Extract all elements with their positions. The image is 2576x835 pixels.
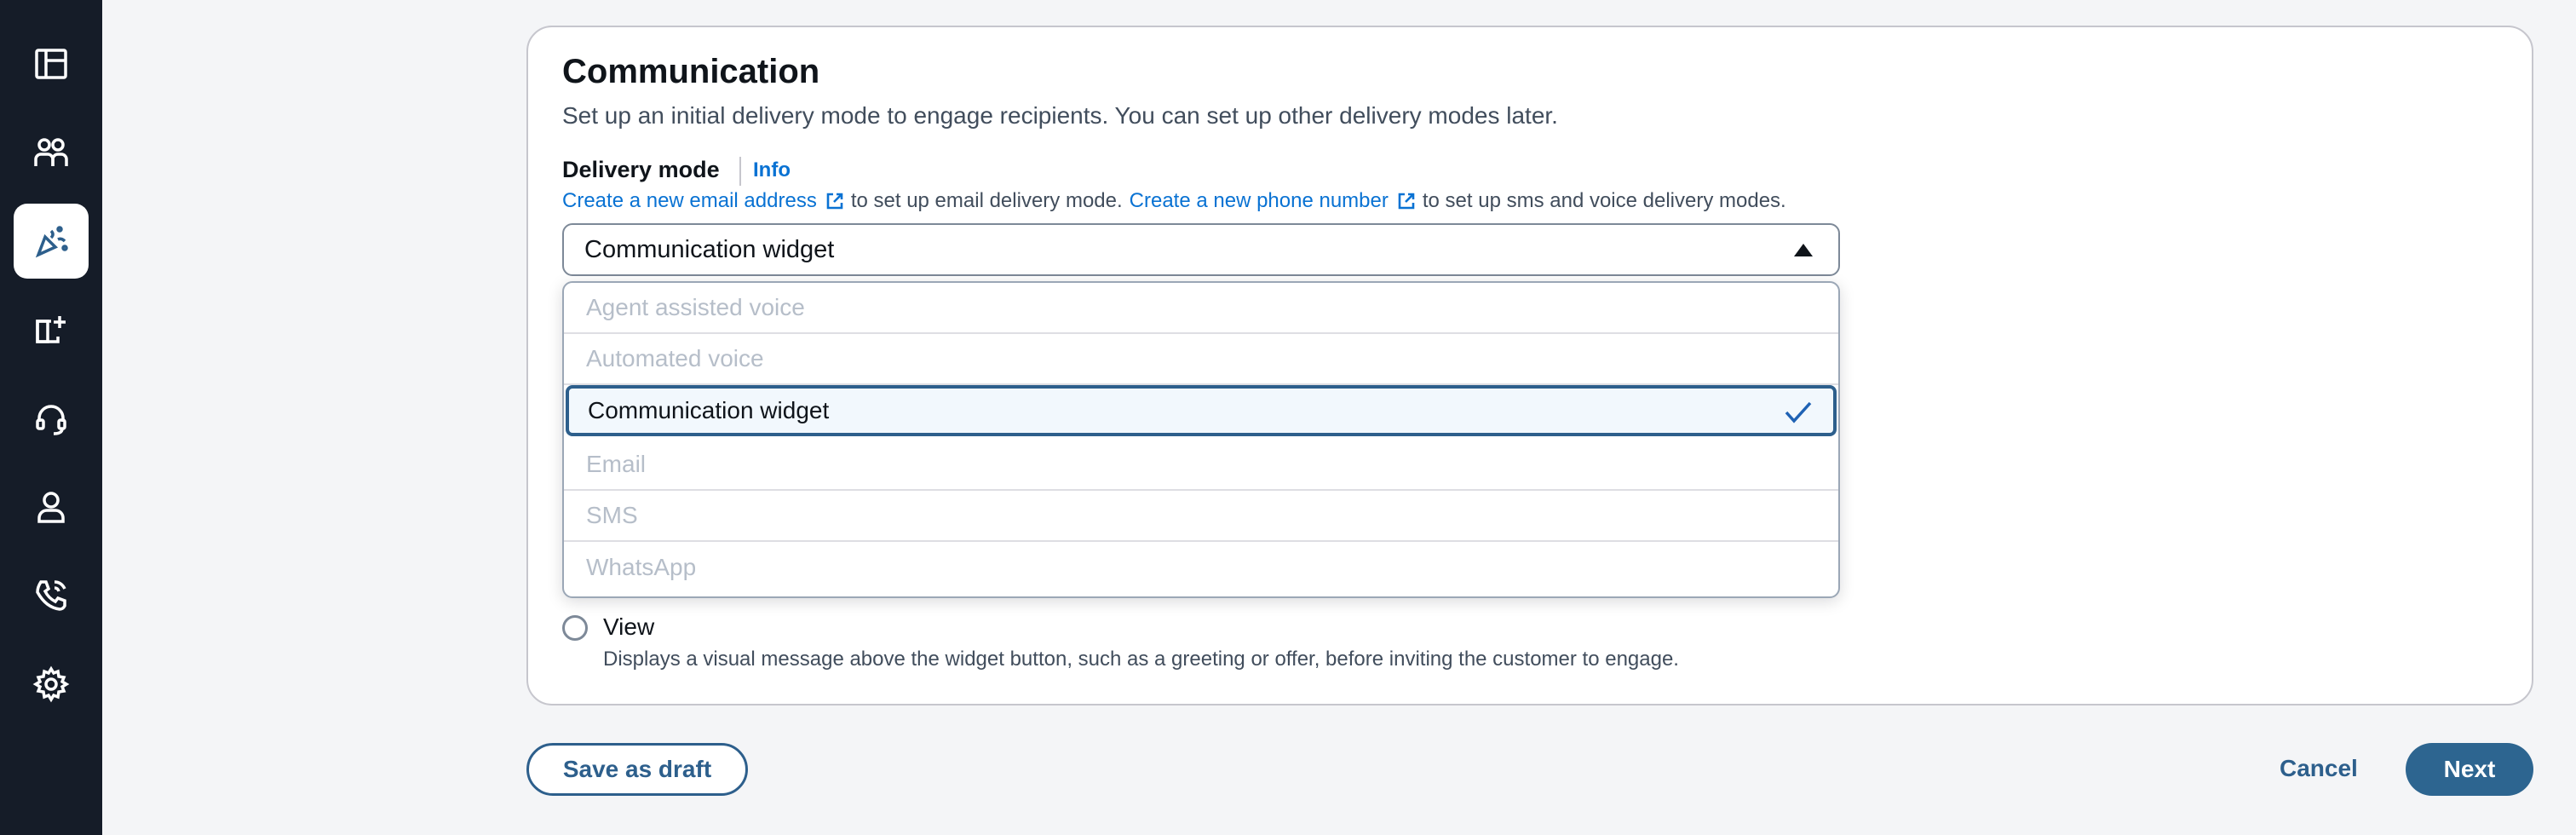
delivery-mode-dropdown: Agent assisted voice Automated voice Com… xyxy=(562,281,1840,598)
headset-icon xyxy=(36,405,66,435)
caret-up-icon xyxy=(1794,244,1813,256)
gear-icon xyxy=(32,665,70,703)
selected-value: Communication widget xyxy=(584,235,835,263)
create-phone-link[interactable]: Create a new phone number xyxy=(1130,189,1389,213)
option-label: Email xyxy=(586,451,647,477)
view-radio[interactable] xyxy=(562,615,588,641)
option-email[interactable]: Email xyxy=(564,440,1838,491)
nav-users[interactable] xyxy=(14,115,89,190)
phone-hint-text: to set up sms and voice delivery modes. xyxy=(1422,189,1786,212)
delivery-mode-select[interactable]: Communication widget xyxy=(562,223,1840,276)
cancel-button[interactable]: Cancel xyxy=(2280,755,2358,782)
info-link[interactable]: Info xyxy=(753,158,791,182)
save-as-draft-button[interactable]: Save as draft xyxy=(526,743,748,796)
sidebar xyxy=(0,0,102,835)
phone-icon xyxy=(36,580,66,611)
routing-icon xyxy=(36,316,66,343)
users-icon xyxy=(34,138,68,166)
check-icon xyxy=(1785,401,1812,423)
email-hint-text: to set up email delivery mode. xyxy=(850,189,1123,212)
view-description: Displays a visual message above the widg… xyxy=(603,648,1679,671)
nav-phone[interactable] xyxy=(14,558,89,633)
option-whatsapp[interactable]: WhatsApp xyxy=(564,542,1838,593)
nav-headset[interactable] xyxy=(14,381,89,456)
nav-settings[interactable] xyxy=(14,647,89,722)
delivery-mode-hint: Create a new email address to set up ema… xyxy=(562,189,1786,213)
user-icon xyxy=(37,492,65,523)
campaigns-icon xyxy=(35,226,68,258)
external-link-icon xyxy=(826,193,843,210)
nav-routing[interactable] xyxy=(14,292,89,367)
create-email-link[interactable]: Create a new email address xyxy=(562,189,817,213)
nav-campaigns[interactable] xyxy=(14,204,89,279)
option-label: Automated voice xyxy=(586,345,764,371)
option-communication-widget[interactable]: Communication widget xyxy=(566,385,1837,436)
delivery-mode-label: Delivery mode xyxy=(562,157,720,182)
dashboard-icon xyxy=(35,49,67,79)
section-subtitle: Set up an initial delivery mode to engag… xyxy=(562,102,1558,129)
external-link-icon xyxy=(1398,193,1415,210)
option-label: WhatsApp xyxy=(586,554,697,580)
option-sms[interactable]: SMS xyxy=(564,491,1838,542)
option-automated-voice[interactable]: Automated voice xyxy=(564,334,1838,385)
option-label: Communication widget xyxy=(588,397,830,423)
option-label: Agent assisted voice xyxy=(586,294,805,320)
option-agent-assisted-voice[interactable]: Agent assisted voice xyxy=(564,283,1838,334)
nav-dashboard[interactable] xyxy=(14,26,89,101)
next-button[interactable]: Next xyxy=(2406,743,2533,796)
section-title: Communication xyxy=(562,53,820,90)
label-divider xyxy=(739,157,741,186)
option-label: SMS xyxy=(586,502,638,528)
view-label: View xyxy=(603,613,655,640)
nav-profile[interactable] xyxy=(14,469,89,544)
